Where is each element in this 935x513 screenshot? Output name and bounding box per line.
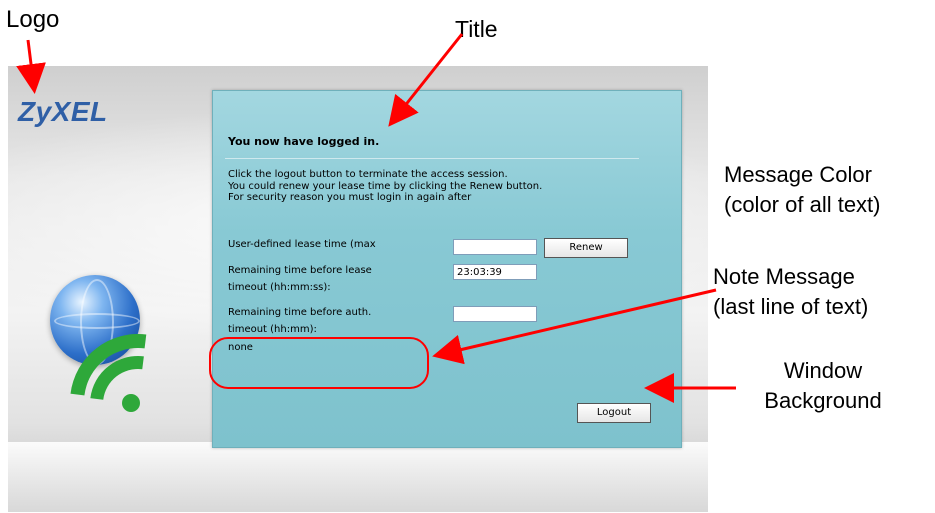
annotation-note-circle — [209, 337, 429, 389]
annotation-arrow-logo — [16, 39, 46, 94]
annotation-arrow-note — [432, 288, 717, 365]
annotation-overlay — [16, 33, 736, 403]
annotation-arrow-title — [388, 33, 464, 127]
